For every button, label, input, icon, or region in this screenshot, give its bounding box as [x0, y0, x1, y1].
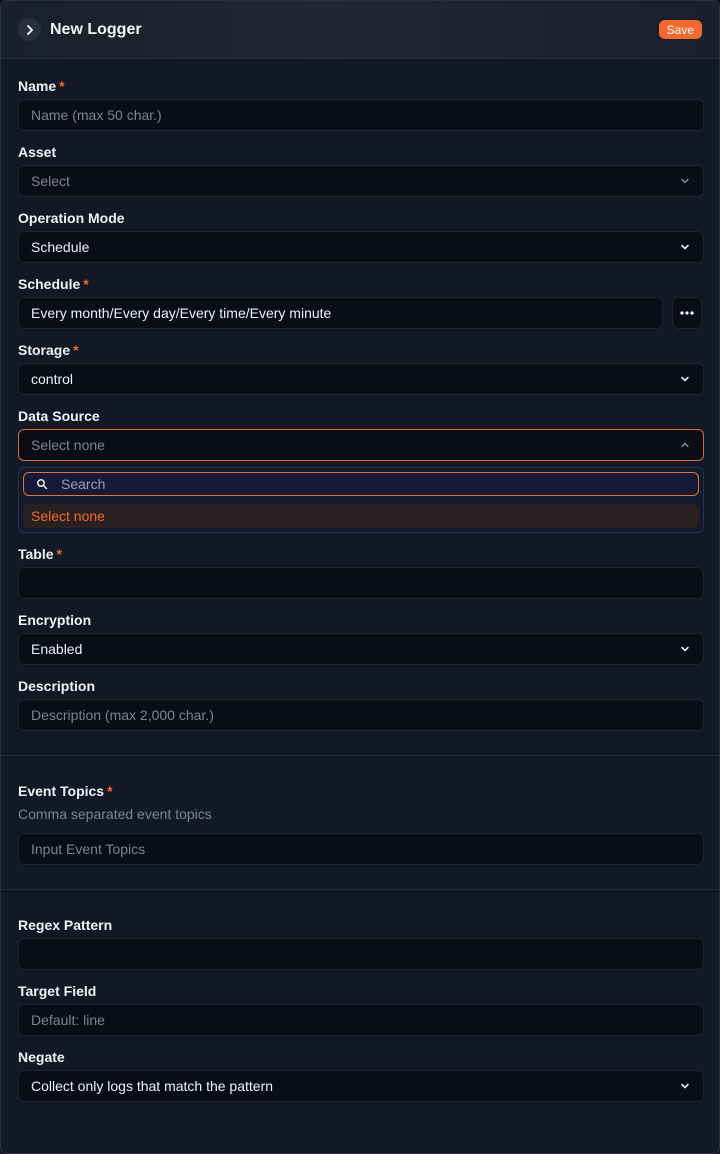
event-topics-input[interactable]: Input Event Topics [18, 833, 704, 865]
data-source-dropdown: Search Select none [18, 467, 704, 533]
event-topics-helper: Comma separated event topics [18, 806, 212, 822]
schedule-label: Schedule * [18, 276, 89, 292]
encryption-select[interactable]: Enabled [18, 633, 704, 665]
panel-header: New Logger Save [1, 1, 719, 59]
storage-label: Storage * [18, 342, 79, 358]
chevron-up-icon [681, 442, 689, 448]
new-logger-panel: New Logger Save Name * Name (max 50 char.… [0, 0, 720, 1154]
target-field-input[interactable]: Default: line [18, 1004, 704, 1036]
search-icon [37, 479, 48, 490]
negate-select[interactable]: Collect only logs that match the pattern [18, 1070, 704, 1102]
event-topics-label: Event Topics * [18, 783, 113, 799]
encryption-label: Encryption [18, 612, 92, 628]
data-source-label: Data Source [18, 408, 100, 424]
panel-title: New Logger [50, 20, 142, 38]
description-input[interactable]: Description (max 2,000 char.) [18, 699, 704, 731]
negate-label: Negate [18, 1049, 65, 1065]
name-label: Name * [18, 78, 65, 94]
required-marker: * [59, 78, 65, 94]
schedule-input[interactable]: Every month/Every day/Every time/Every m… [18, 297, 664, 329]
target-field-label: Target Field [18, 983, 97, 999]
chevron-right-icon [26, 24, 33, 35]
asset-select[interactable]: Select [18, 165, 704, 197]
chevron-down-icon [681, 244, 689, 250]
collapse-button[interactable] [18, 18, 41, 41]
section-divider [1, 755, 719, 756]
required-marker: * [83, 276, 89, 292]
storage-select[interactable]: control [18, 363, 704, 395]
section-divider [1, 889, 719, 890]
form-body: Name * Name (max 50 char.) Asset Select O… [1, 59, 719, 1102]
chevron-down-icon [681, 376, 689, 382]
name-input[interactable]: Name (max 50 char.) [18, 99, 704, 131]
required-marker: * [56, 546, 62, 562]
required-marker: * [73, 342, 79, 358]
chevron-down-icon [681, 1083, 689, 1089]
save-button[interactable]: Save [658, 20, 702, 39]
more-horizontal-icon [680, 311, 694, 315]
required-marker: * [107, 783, 113, 799]
schedule-more-button[interactable] [672, 297, 702, 329]
regex-pattern-input[interactable] [18, 938, 704, 970]
chevron-down-icon [681, 646, 689, 652]
dropdown-option-select-none[interactable]: Select none [23, 504, 699, 528]
chevron-down-icon [681, 178, 689, 184]
data-source-select[interactable]: Select none [18, 429, 704, 461]
asset-label: Asset [18, 144, 57, 160]
data-source-search-input[interactable]: Search [23, 472, 699, 496]
table-input[interactable] [18, 567, 704, 599]
operation-mode-label: Operation Mode [18, 210, 125, 226]
table-label: Table * [18, 546, 62, 562]
operation-mode-select[interactable]: Schedule [18, 231, 704, 263]
regex-pattern-label: Regex Pattern [18, 917, 113, 933]
description-label: Description [18, 678, 96, 694]
